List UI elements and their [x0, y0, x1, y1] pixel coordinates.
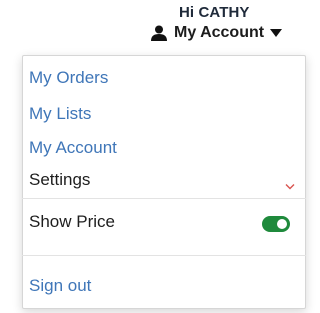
divider [22, 255, 306, 256]
toggle-knob [277, 219, 287, 229]
user-icon [150, 25, 168, 41]
menu-item-my-lists[interactable]: My Lists [29, 104, 91, 124]
account-label: My Account [174, 24, 265, 41]
divider [22, 198, 306, 199]
show-price-toggle[interactable] [262, 216, 290, 232]
account-header: Hi CATHY My Account [150, 4, 300, 48]
menu-item-my-orders[interactable]: My Orders [29, 68, 108, 88]
my-account-toggle[interactable]: My Account [150, 24, 283, 42]
menu-item-my-account[interactable]: My Account [29, 138, 117, 158]
show-price-label: Show Price [29, 212, 115, 231]
page: Hi CATHY My Account My Orders My Lists M… [0, 0, 311, 313]
chevron-down-icon[interactable] [285, 178, 295, 190]
greeting: Hi CATHY [179, 4, 250, 21]
menu-item-settings[interactable]: Settings [29, 170, 90, 190]
sign-out-link[interactable]: Sign out [29, 276, 91, 296]
caret-down-icon [270, 29, 283, 37]
